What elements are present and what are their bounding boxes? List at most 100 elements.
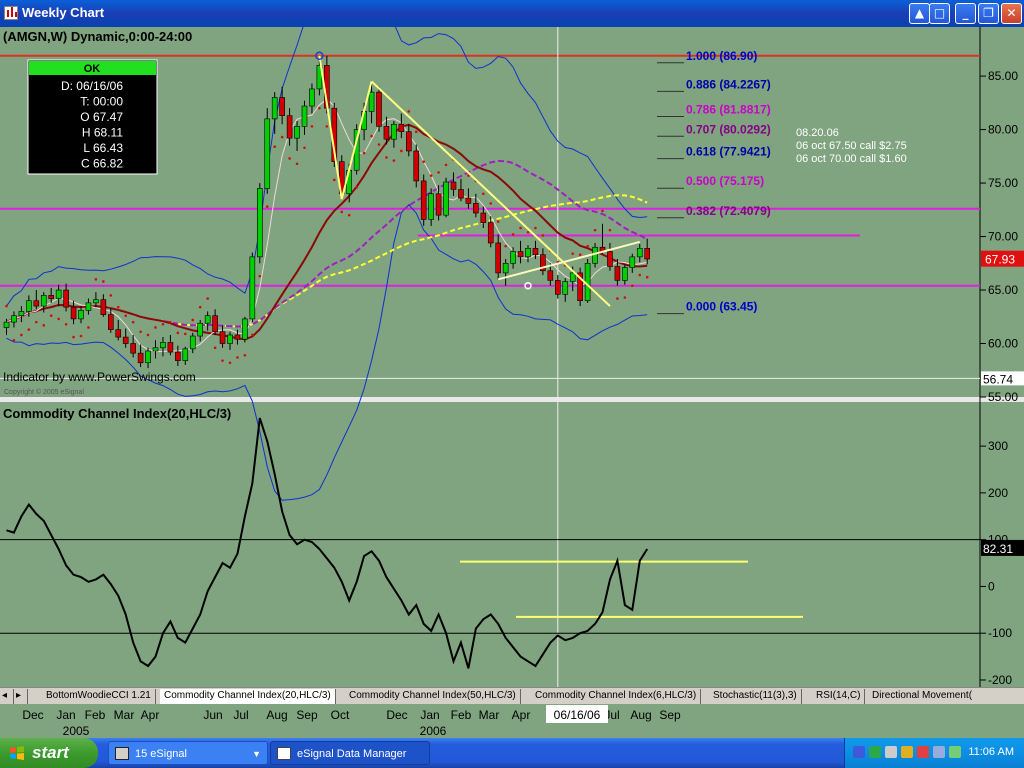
month-label: Dec — [386, 708, 407, 722]
chart-area[interactable]: 55.00 60.00 65.00 70.00 75.00 80.00 85.00 1.000… — [0, 0, 1024, 687]
candle-down — [644, 248, 651, 260]
candle-up — [264, 118, 271, 189]
month-label: Mar — [479, 708, 500, 722]
tab-rsi[interactable]: RSI(14,C) — [812, 689, 866, 704]
candle-up — [197, 322, 203, 337]
price-chart-title: (AMGN,W) Dynamic,0:00-24:00 — [3, 29, 192, 44]
window-title: Weekly Chart — [22, 5, 105, 20]
sar-dot — [176, 331, 180, 335]
price-tick-label: 85.00 — [988, 69, 1018, 83]
chart-svg[interactable]: 55.00 60.00 65.00 70.00 75.00 80.00 85.00 1.000… — [0, 0, 1024, 687]
tray-app-icon[interactable] — [949, 746, 961, 758]
tray-volume-icon[interactable] — [933, 746, 945, 758]
candle-up — [525, 248, 531, 258]
tab-cci-50[interactable]: Commodity Channel Index(50,HLC/3) — [345, 689, 521, 704]
sar-dot — [534, 226, 537, 230]
candle-up — [55, 289, 62, 299]
candle-up — [145, 350, 151, 364]
candle-up — [160, 342, 166, 349]
month-label: Aug — [630, 708, 651, 722]
sar-dot — [623, 296, 627, 299]
tray-alert-icon[interactable] — [917, 746, 929, 758]
sar-dot — [131, 320, 135, 324]
price-tick-label: 55.00 — [988, 390, 1018, 404]
cci-line — [6, 417, 649, 669]
candle-up — [18, 311, 25, 317]
candle-down — [137, 352, 144, 364]
lower-band-line — [6, 204, 648, 501]
start-button[interactable]: start — [0, 738, 98, 768]
last-price-label: 67.93 — [985, 253, 1015, 267]
sar-dot — [616, 297, 619, 300]
sar-dot — [608, 228, 612, 232]
option-note: 08.20.06 — [796, 127, 839, 139]
cci-tick-label: 0 — [988, 579, 995, 593]
tab-cci-20[interactable]: Commodity Channel Index(20,HLC/3) — [160, 689, 336, 704]
sar-dot — [377, 143, 381, 146]
indicator-credit: Indicator by www.PowerSwings.com — [3, 370, 196, 384]
month-label: Jul — [233, 708, 248, 722]
price-tick-label: 65.00 — [988, 283, 1018, 297]
taskbar-item-data-manager[interactable]: eSignal Data Manager — [270, 741, 430, 765]
start-label: start — [32, 743, 69, 762]
tab-bottom-woodie-cci[interactable]: BottomWoodieCCI 1.21 — [42, 689, 156, 704]
taskbar-item-esignal[interactable]: 15 eSignal ▼ — [108, 741, 268, 765]
sar-dot — [362, 151, 366, 155]
candle-down — [286, 115, 293, 139]
month-label: Sep — [296, 708, 318, 722]
candle-up — [569, 272, 576, 282]
tray-arrow-icon[interactable] — [853, 746, 865, 758]
candle-down — [398, 123, 405, 133]
candle-down — [212, 315, 218, 333]
sar-dot — [519, 226, 522, 230]
sar-dot — [35, 320, 38, 324]
candle-down — [70, 306, 77, 320]
date-axis-svg: Dec Jan Feb Mar Apr Jun Jul Aug Sep Oct Dec Jan Feb M… — [22, 705, 681, 738]
minimize-button[interactable]: _ — [955, 3, 976, 24]
candle-down — [130, 343, 136, 354]
candle-up — [592, 246, 598, 264]
tray-network-icon[interactable] — [869, 746, 881, 758]
sar-dot — [27, 328, 31, 331]
tabs-scroll-left-icon[interactable]: ◂ — [0, 689, 14, 704]
sar-dot — [251, 333, 254, 337]
sar-dot — [154, 326, 157, 329]
restore-button[interactable]: ❐ — [978, 3, 999, 24]
sar-dot — [496, 220, 500, 223]
sar-dot — [340, 210, 344, 214]
cci-tick-label: 300 — [988, 439, 1008, 453]
price-tick-label: 70.00 — [988, 230, 1018, 244]
candle-down — [48, 295, 55, 299]
tray-printer-icon[interactable] — [885, 746, 897, 758]
close-button[interactable]: ✕ — [1001, 3, 1022, 24]
sar-dot — [124, 314, 127, 318]
toggle-square-icon[interactable]: □ — [929, 3, 950, 24]
fib-label: 0.500 (75.175) — [686, 174, 764, 188]
trend-line — [370, 80, 611, 307]
sar-dot — [139, 330, 142, 334]
candle-up — [93, 299, 99, 304]
month-label: Apr — [512, 708, 531, 722]
sar-dot — [444, 163, 448, 167]
candle-up — [256, 188, 263, 258]
option-note: 06 oct 67.50 call $2.75 — [796, 140, 907, 152]
windows-logo-icon — [10, 746, 24, 760]
tab-cci-6[interactable]: Commodity Channel Index(6,HLC/3) — [531, 689, 702, 704]
chart-app-icon[interactable] — [4, 6, 18, 20]
sar-dot — [571, 252, 574, 255]
candle-down — [376, 91, 382, 127]
candle-up — [85, 302, 92, 311]
candle-up — [443, 181, 449, 216]
tab-stochastic[interactable]: Stochastic(11(3),3) — [709, 689, 802, 704]
tabs-scroll-right-icon[interactable]: ▸ — [14, 689, 28, 704]
sar-dot — [355, 186, 358, 189]
panel-divider — [0, 397, 1024, 402]
dropdown-arrow-icon: ▼ — [252, 749, 261, 759]
scroll-up-icon[interactable]: ▲ — [909, 3, 930, 24]
tray-security-icon[interactable] — [901, 746, 913, 758]
candle-up — [26, 300, 32, 312]
candle-down — [495, 242, 502, 274]
month-label: Apr — [141, 708, 160, 722]
sar-dot — [645, 275, 649, 279]
tab-directional-movement[interactable]: Directional Movement( — [868, 689, 976, 704]
